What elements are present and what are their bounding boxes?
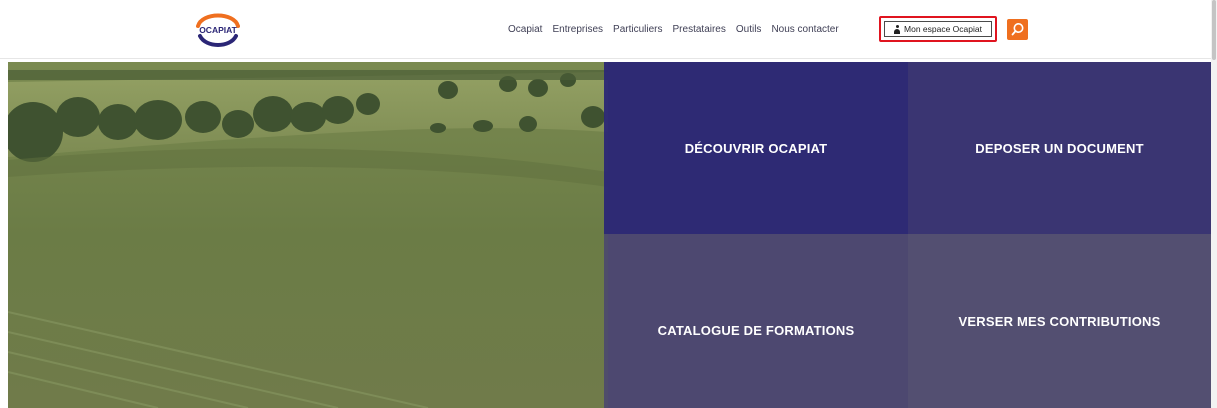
site-header: OCAPIAT Ocapiat Entreprises Particuliers… bbox=[0, 0, 1217, 59]
account-button-label: Mon espace Ocapiat bbox=[904, 24, 982, 34]
account-highlight: Mon espace Ocapiat bbox=[879, 16, 997, 42]
tile-decouvrir-ocapiat[interactable]: DÉCOUVRIR OCAPIAT bbox=[604, 62, 908, 234]
tile-label: DEPOSER UN DOCUMENT bbox=[975, 140, 1144, 156]
tile-label: DÉCOUVRIR OCAPIAT bbox=[684, 140, 828, 156]
main-nav: Ocapiat Entreprises Particuliers Prestat… bbox=[508, 0, 849, 58]
logo-text: OCAPIAT bbox=[199, 25, 237, 35]
ocapiat-logo[interactable]: OCAPIAT bbox=[190, 8, 246, 50]
tile-deposer-un-document[interactable]: DEPOSER UN DOCUMENT bbox=[908, 62, 1211, 234]
user-icon bbox=[894, 24, 901, 34]
tile-verser-mes-contributions[interactable]: VERSER MES CONTRIBUTIONS bbox=[908, 234, 1211, 408]
scrollbar-thumb[interactable] bbox=[1212, 0, 1216, 60]
nav-item-entreprises[interactable]: Entreprises bbox=[552, 24, 603, 35]
page-scrollbar[interactable] bbox=[1211, 0, 1217, 408]
nav-item-prestataires[interactable]: Prestataires bbox=[673, 24, 726, 35]
page: OCAPIAT Ocapiat Entreprises Particuliers… bbox=[0, 0, 1217, 408]
hero-banner: DÉCOUVRIR OCAPIAT DEPOSER UN DOCUMENT CA… bbox=[8, 62, 1211, 408]
tile-label: CATALOGUE DE FORMATIONS bbox=[657, 322, 855, 338]
tile-label: VERSER MES CONTRIBUTIONS bbox=[958, 313, 1161, 329]
account-button[interactable]: Mon espace Ocapiat bbox=[884, 21, 992, 37]
nav-item-nous-contacter[interactable]: Nous contacter bbox=[771, 24, 838, 35]
search-button[interactable] bbox=[1007, 19, 1028, 40]
nav-item-particuliers[interactable]: Particuliers bbox=[613, 24, 662, 35]
search-icon bbox=[1011, 23, 1024, 36]
nav-item-ocapiat[interactable]: Ocapiat bbox=[508, 24, 542, 35]
nav-item-outils[interactable]: Outils bbox=[736, 24, 762, 35]
tile-catalogue-de-formations[interactable]: CATALOGUE DE FORMATIONS bbox=[604, 234, 908, 408]
